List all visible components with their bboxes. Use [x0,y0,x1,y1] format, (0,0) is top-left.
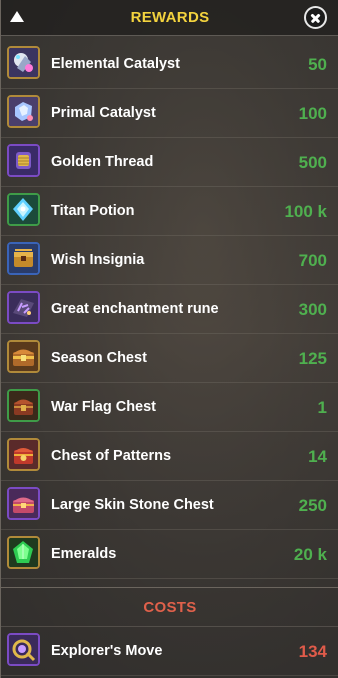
elemental-catalyst-icon [7,46,40,79]
wish-insignia-icon [7,242,40,275]
reward-quantity: 14 [308,447,327,466]
cost-row[interactable]: Explorer's Move 134 [1,627,338,676]
reward-name: Wish Insignia [51,252,145,268]
reward-quantity: 250 [298,496,327,515]
close-icon[interactable] [304,6,327,29]
reward-name: Large Skin Stone Chest [51,497,214,513]
reward-quantity: 100 [298,104,327,123]
reward-quantity: 1 [317,398,327,417]
reward-name: Elemental Catalyst [51,56,180,72]
titan-potion-icon [7,193,40,226]
reward-name: Chest of Patterns [51,448,172,464]
costs-title: COSTS [1,587,338,627]
reward-row[interactable]: Large Skin Stone Chest 250 [1,481,338,530]
reward-row[interactable]: Primal Catalyst 100 [1,89,338,138]
reward-row[interactable]: War Flag Chest 1 [1,383,338,432]
reward-row[interactable]: Emeralds 20 k [1,530,338,579]
reward-row[interactable]: Chest of Patterns 14 [1,432,338,481]
reward-row[interactable]: Season Chest 125 [1,334,338,383]
reward-name: Emeralds [51,546,117,562]
skin-stone-chest-icon [7,487,40,520]
reward-quantity: 20 k [293,545,327,564]
reward-quantity: 50 [308,55,327,74]
reward-name: Primal Catalyst [51,105,156,121]
reward-name: Titan Potion [51,203,135,219]
reward-quantity: 300 [298,300,327,319]
reward-row[interactable]: Great enchantment rune 300 [1,285,338,334]
season-chest-icon [7,340,40,373]
reward-name: Great enchantment rune [51,301,219,317]
cost-name: Explorer's Move [51,643,163,659]
golden-thread-icon [7,144,40,177]
reward-quantity: 125 [298,349,327,368]
reward-quantity: 500 [298,153,327,172]
reward-row[interactable]: Titan Potion 100 k [1,187,338,236]
reward-quantity: 700 [298,251,327,270]
reward-name: War Flag Chest [51,399,157,415]
explorers-move-icon [7,633,40,666]
reward-row[interactable]: Golden Thread 500 [1,138,338,187]
cost-quantity: 134 [298,642,327,661]
war-flag-chest-icon [7,389,40,422]
panel-title: REWARDS [130,9,210,26]
primal-catalyst-icon [7,95,40,128]
reward-name: Golden Thread [51,154,154,170]
emerald-icon [7,536,40,569]
reward-row[interactable]: Wish Insignia 700 [1,236,338,285]
rewards-panel: REWARDS Elemental Catalyst 50 Primal Catal… [0,0,338,678]
panel-header: REWARDS [1,0,338,36]
enchantment-rune-icon [7,291,40,324]
reward-row[interactable]: Elemental Catalyst 50 [1,40,338,89]
reward-name: Season Chest [51,350,147,366]
chest-of-patterns-icon [7,438,40,471]
reward-quantity: 100 k [284,202,327,221]
